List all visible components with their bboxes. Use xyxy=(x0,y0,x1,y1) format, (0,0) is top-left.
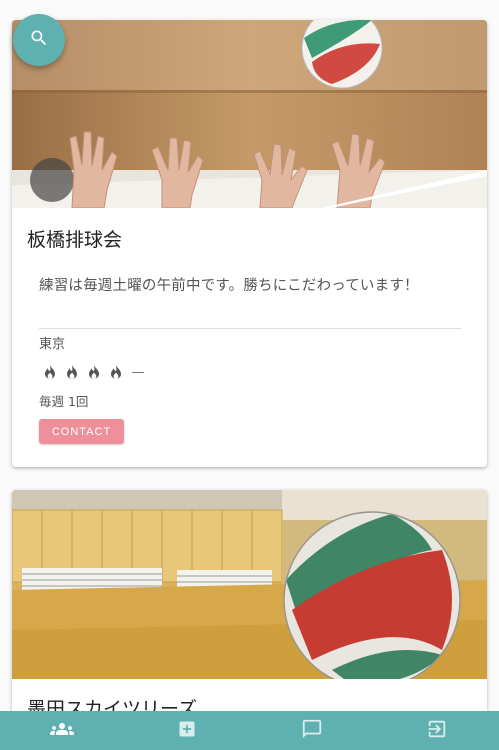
empty-level-dash xyxy=(132,371,144,373)
team-name: 板橋排球会 xyxy=(27,229,123,251)
practice-frequency: 毎週 1回 xyxy=(39,394,89,409)
fire-icon xyxy=(105,362,127,382)
team-feed: 板橋排球会 練習は毎週土曜の午前中です。勝ちにこだわっています！ 東京 毎週 1… xyxy=(0,0,499,750)
nav-add-team[interactable] xyxy=(125,711,250,750)
team-location: 東京 xyxy=(39,337,66,352)
level-rating xyxy=(39,362,144,382)
team-card: 板橋排球会 練習は毎週土曜の午前中です。勝ちにこだわっています！ 東京 毎週 1… xyxy=(12,20,487,467)
fire-icon xyxy=(61,362,83,382)
divider xyxy=(39,328,461,329)
chat-icon xyxy=(301,718,323,744)
fire-icon xyxy=(83,362,105,382)
bottom-navigation xyxy=(0,711,499,750)
logout-icon xyxy=(426,718,448,744)
nav-teams[interactable] xyxy=(0,711,125,750)
volleyball-gym-floor-photo xyxy=(12,490,487,679)
search-button[interactable] xyxy=(13,14,65,66)
add-box-icon xyxy=(177,719,197,743)
team-description: 練習は毎週土曜の午前中です。勝ちにこだわっています！ xyxy=(39,278,419,294)
nav-logout[interactable] xyxy=(374,711,499,750)
volleyball-hands-photo xyxy=(12,20,487,208)
search-icon xyxy=(29,28,49,52)
fire-icon xyxy=(39,362,61,382)
group-icon xyxy=(50,717,75,745)
nav-messages[interactable] xyxy=(250,711,375,750)
contact-button[interactable]: CONTACT xyxy=(39,419,124,444)
